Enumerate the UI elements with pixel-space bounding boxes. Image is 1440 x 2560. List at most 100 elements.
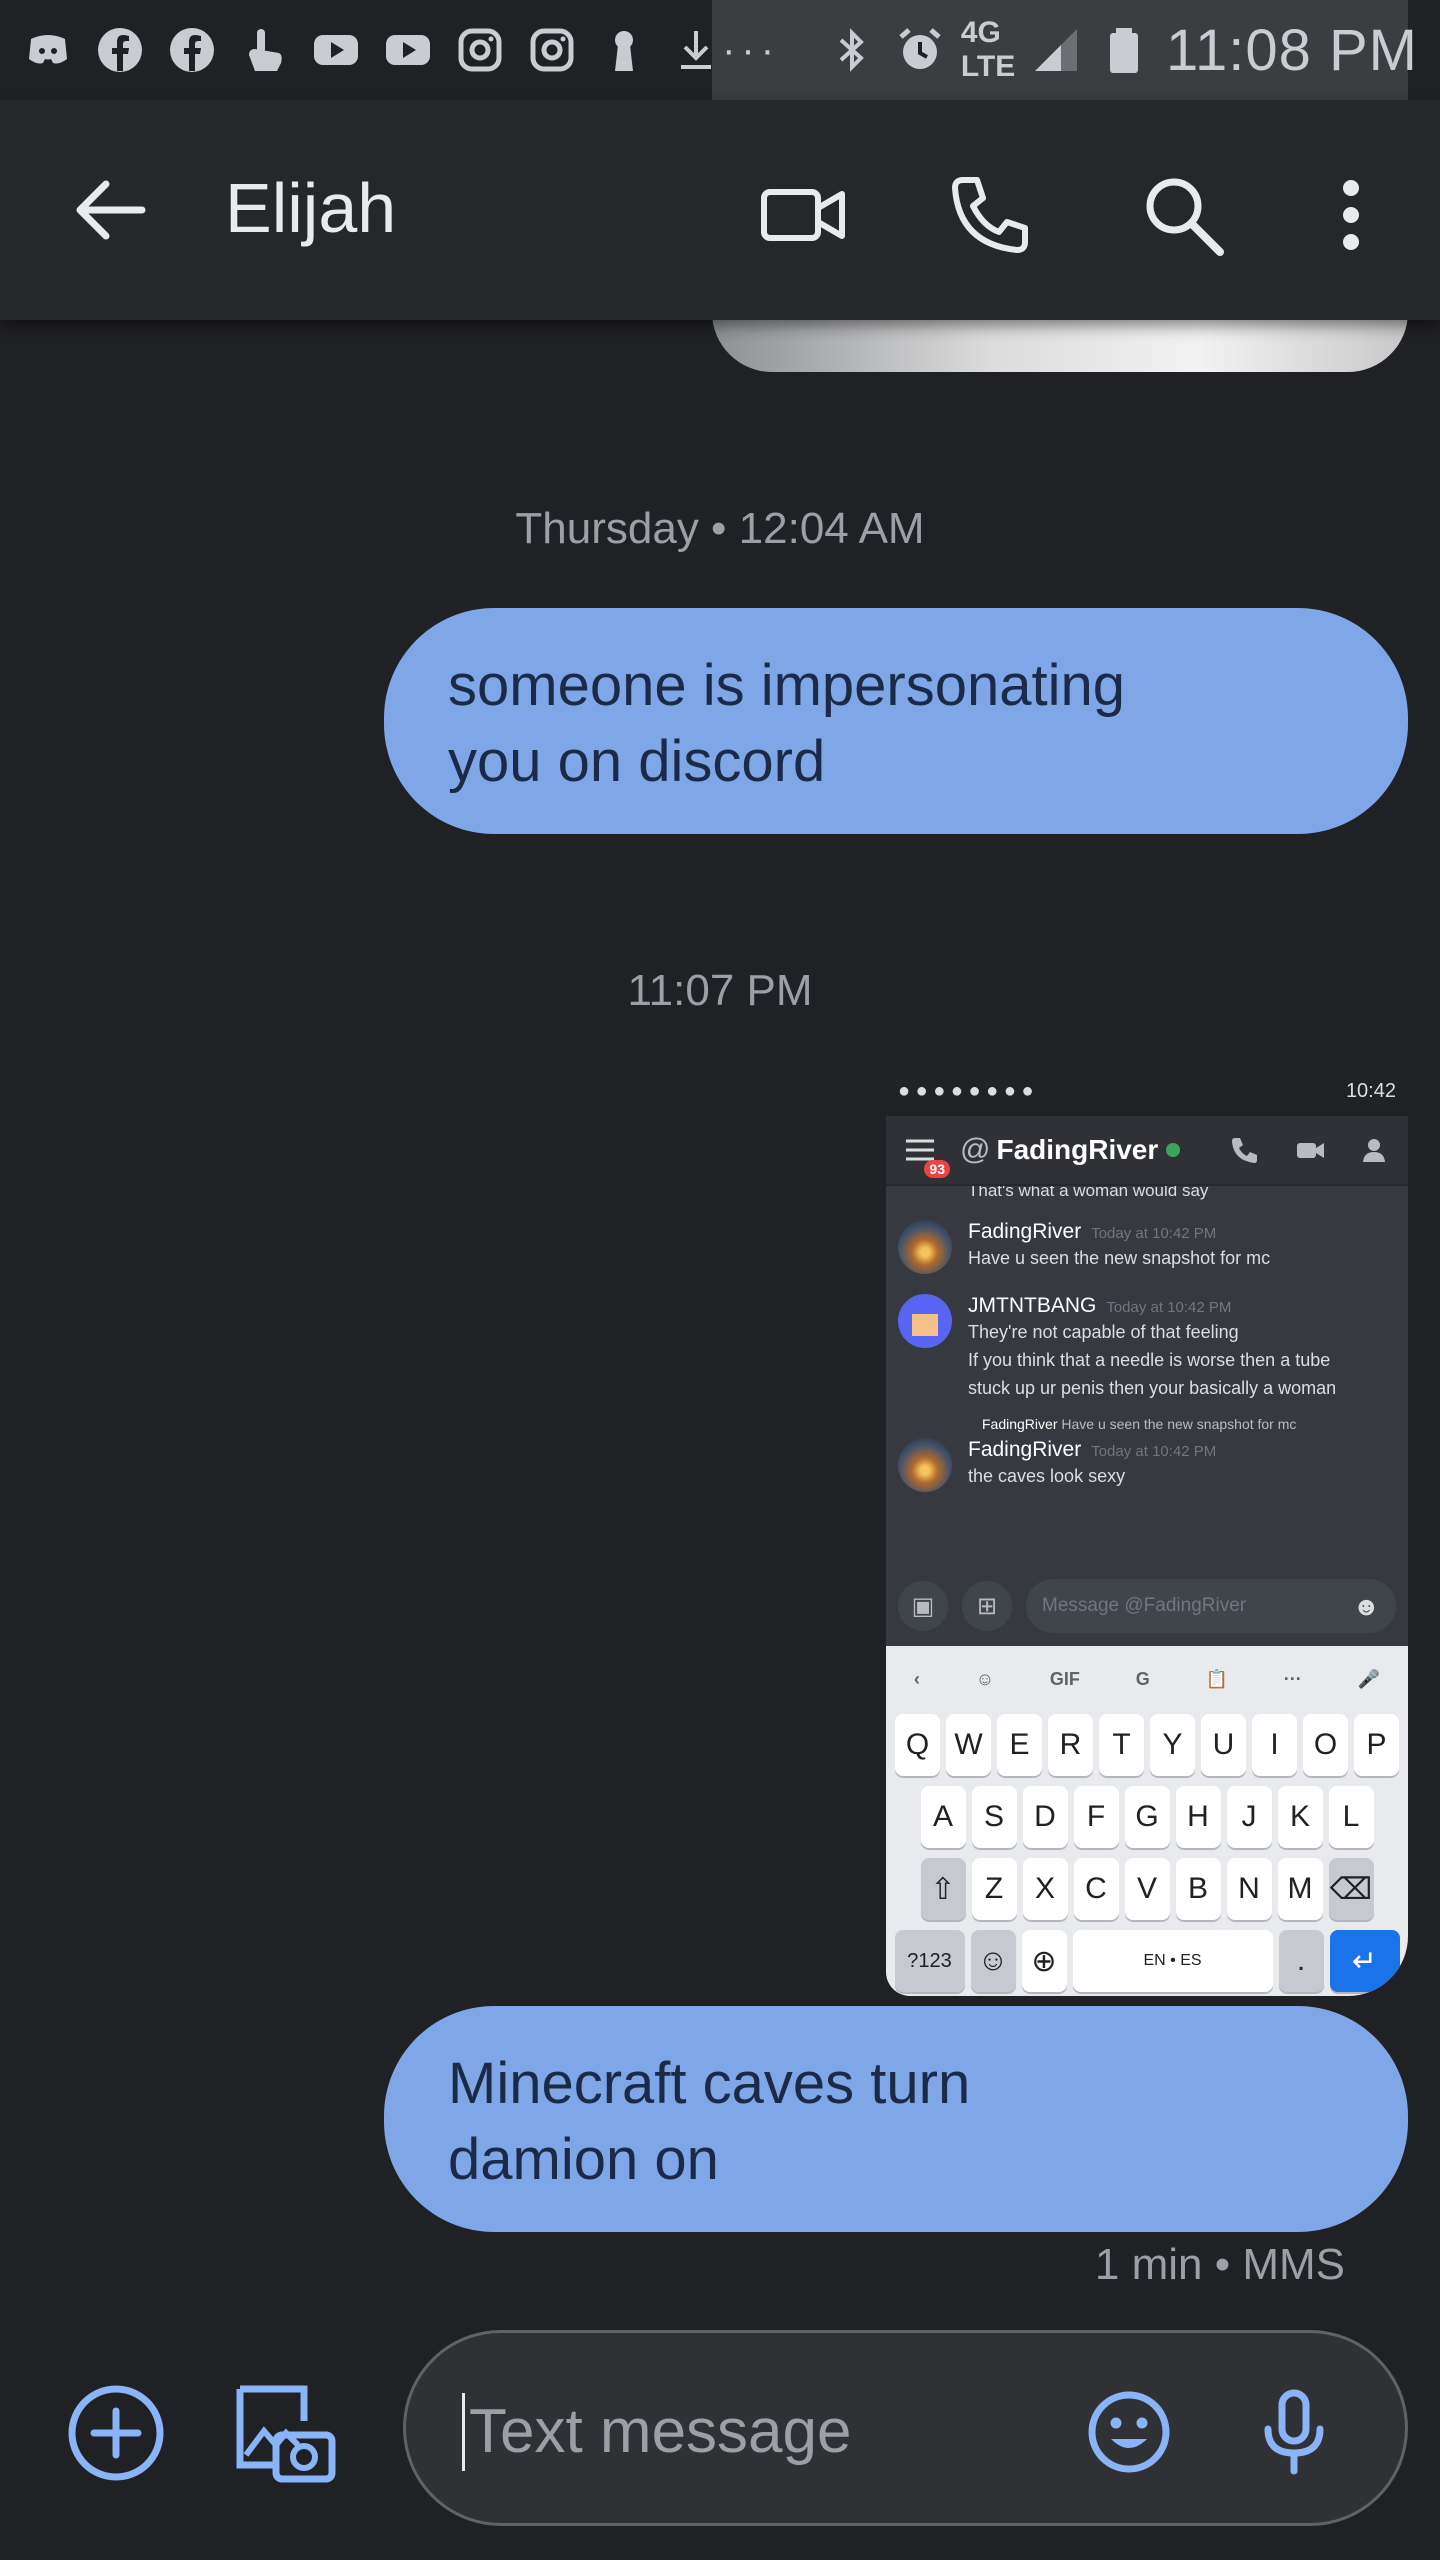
key-b: B: [1175, 1858, 1221, 1920]
discord-message: FadingRiver Today at 10:42 PM Have u seen…: [898, 1220, 1396, 1274]
key-d: D: [1022, 1786, 1068, 1848]
globe-key: ⊕: [1021, 1930, 1067, 1992]
key-i: I: [1252, 1714, 1297, 1776]
add-attachment-button[interactable]: [66, 2383, 166, 2483]
discord-message-list: That's what a woman would say FadingRive…: [886, 1186, 1408, 1566]
instagram-icon: [526, 24, 578, 76]
author-name: FadingRiver: [968, 1438, 1082, 1461]
timestamp-divider: Thursday • 12:04 AM: [515, 504, 925, 553]
key-w: W: [946, 1714, 991, 1776]
key-j: J: [1226, 1786, 1272, 1848]
timestamp-divider: 11:07 PM: [627, 966, 813, 1015]
dm-title: FadingRiver: [996, 1134, 1159, 1165]
discord-message: FadingRiver Today at 10:42 PM the caves l…: [898, 1438, 1396, 1492]
status-bar: ··· 4G LTE 11:08 PM: [0, 0, 1440, 100]
battery-icon: [1098, 24, 1150, 76]
more-vert-icon: [1343, 180, 1359, 250]
facebook-icon: [94, 24, 146, 76]
text-message-input[interactable]: Text message: [462, 2393, 852, 2471]
touch-icon: [238, 24, 290, 76]
unread-badge: 93: [924, 1160, 950, 1178]
message-text: Have u seen the new snapshot for mc: [968, 1248, 1271, 1268]
discord-header: 93 @ FadingRiver: [886, 1116, 1408, 1186]
instagram-icon: [454, 24, 506, 76]
back-button[interactable]: [70, 170, 150, 250]
keyboard-tool: GIF: [1049, 1668, 1080, 1689]
youtube-icon: [310, 24, 362, 76]
key-f: F: [1073, 1786, 1119, 1848]
key-x: X: [1022, 1858, 1068, 1920]
enter-key: ↵: [1329, 1930, 1400, 1992]
gallery-camera-icon: [236, 2385, 336, 2483]
key-h: H: [1175, 1786, 1221, 1848]
add-circle-icon: [68, 2385, 164, 2481]
keyboard-tool: ‹: [913, 1668, 920, 1689]
period-key: .: [1278, 1930, 1324, 1992]
keyboard-toolbar: ‹ ☺ GIF G 📋 ··· 🎤: [886, 1654, 1408, 1704]
key-k: K: [1277, 1786, 1323, 1848]
system-indicators: ··· 4G LTE 11:08 PM: [722, 16, 1418, 84]
key-z: Z: [971, 1858, 1017, 1920]
video-call-button[interactable]: [758, 170, 848, 260]
message-text: They're not capable of that feeling If y…: [968, 1322, 1337, 1398]
key-r: R: [1048, 1714, 1093, 1776]
keyboard-tool: 📋: [1205, 1668, 1228, 1689]
screenshot-notification-icons: ● ● ● ● ● ● ● ●: [898, 1079, 1034, 1102]
voice-input-button[interactable]: [1254, 2389, 1334, 2475]
discord-icon: [22, 24, 74, 76]
compose-container: Text message: [403, 2330, 1408, 2526]
shift-key: ⇧: [920, 1858, 966, 1920]
gallery-button[interactable]: [234, 2383, 338, 2487]
avatar: [898, 1220, 952, 1274]
search-icon: [1146, 178, 1224, 256]
sent-message-bubble[interactable]: someone is impersonating you on discord: [384, 608, 1408, 834]
keyboard-row: QWERTYUIOP: [886, 1714, 1408, 1776]
contact-name[interactable]: Elijah: [225, 168, 396, 248]
at-icon: @: [960, 1133, 991, 1166]
keyboard-tool: G: [1135, 1668, 1150, 1689]
image-attachment[interactable]: ● ● ● ● ● ● ● ● 10:42 93 @ FadingRiver T…: [886, 1066, 1408, 1996]
download-icon: [670, 24, 722, 76]
key-a: A: [920, 1786, 966, 1848]
clock: 11:08 PM: [1166, 17, 1418, 83]
keyboard-row: ASDFGHJKL: [886, 1786, 1408, 1848]
members-icon: [1360, 1134, 1392, 1166]
avatar: [898, 1438, 952, 1492]
online-status-icon: [1166, 1143, 1181, 1157]
key-t: T: [1099, 1714, 1144, 1776]
notification-icons: [22, 24, 722, 76]
search-button[interactable]: [1138, 170, 1228, 260]
key-s: S: [971, 1786, 1017, 1848]
keyboard-tool: 🎤: [1357, 1668, 1381, 1689]
youtube-icon: [382, 24, 434, 76]
more-notifications-indicator: ···: [722, 27, 781, 72]
message-time: Today at 10:42 PM: [1091, 1225, 1217, 1242]
keyboard-row: ⇧ Z X C V B N M ⌫: [886, 1858, 1408, 1920]
space-key: EN • ES: [1072, 1930, 1273, 1992]
network-type-icon: 4G LTE: [960, 16, 1016, 83]
key-y: Y: [1150, 1714, 1195, 1776]
menu-icon: 93: [902, 1132, 950, 1178]
discord-message-input: Message @FadingRiver ☻: [1026, 1579, 1396, 1633]
reply-author: FadingRiver: [982, 1416, 1058, 1432]
screenshot-clock: 10:42: [1345, 1079, 1396, 1102]
gift-icon: ⊞: [962, 1581, 1012, 1631]
key-v: V: [1124, 1858, 1170, 1920]
message-text: the caves look sexy: [968, 1466, 1126, 1486]
message-time: Today at 10:42 PM: [1091, 1443, 1217, 1460]
discord-message: JMTNTBANG Today at 10:42 PM They're not c…: [898, 1294, 1396, 1402]
alarm-icon: [894, 24, 946, 76]
keyboard-row: ?123 ☺ ⊕ EN • ES . ↵: [886, 1930, 1408, 1992]
emoji-key: ☺: [970, 1930, 1016, 1992]
key-p: P: [1354, 1714, 1399, 1776]
sent-message-bubble[interactable]: Minecraft caves turn damion on: [384, 2006, 1408, 2232]
key-n: N: [1226, 1858, 1272, 1920]
discord-input-row: ▣ ⊞ Message @FadingRiver ☻: [886, 1566, 1408, 1646]
phone-icon: [952, 177, 1028, 253]
phone-call-button[interactable]: [945, 170, 1035, 260]
avatar: [898, 1294, 952, 1348]
keyboard-tool: ☺: [975, 1668, 995, 1689]
more-options-button[interactable]: [1306, 170, 1396, 260]
reply-reference: FadingRiver Have u seen the new snapshot…: [898, 1416, 1396, 1432]
emoji-button[interactable]: [1086, 2389, 1172, 2475]
